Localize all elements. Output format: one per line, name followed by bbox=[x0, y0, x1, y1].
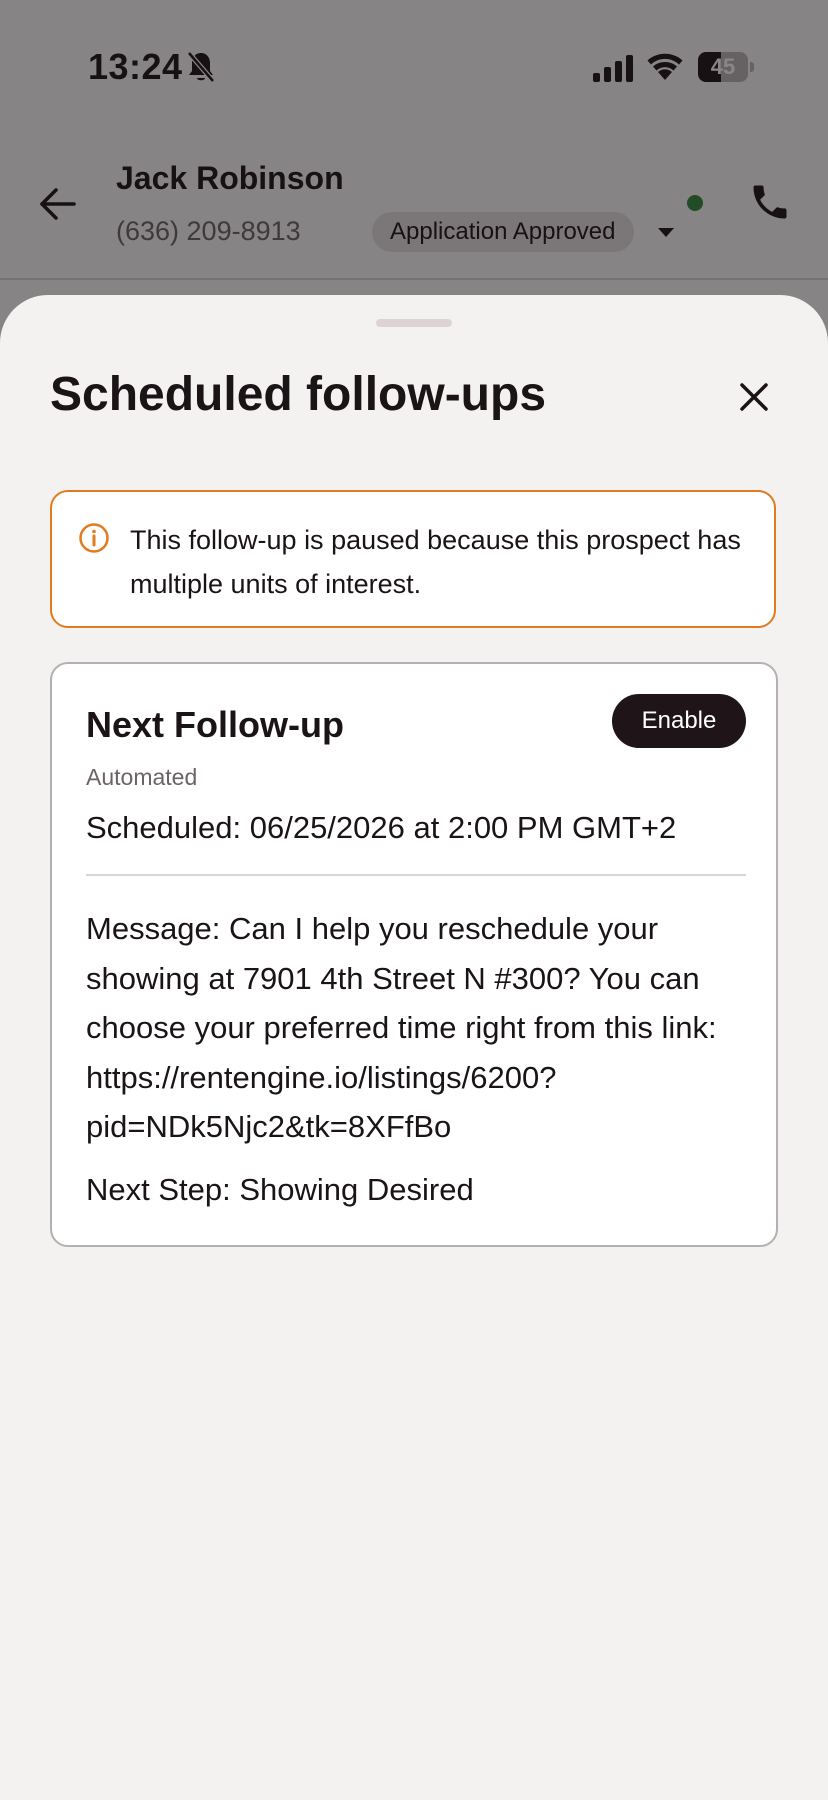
followup-next-step: Next Step: Showing Desired bbox=[86, 1172, 474, 1207]
paused-notice: This follow-up is paused because this pr… bbox=[50, 490, 776, 628]
sheet-drag-handle[interactable] bbox=[376, 319, 452, 327]
sheet-title: Scheduled follow-ups bbox=[50, 368, 547, 421]
scheduled-followups-sheet: Scheduled follow-ups This follow-up is p… bbox=[0, 295, 828, 1800]
close-icon[interactable] bbox=[730, 373, 778, 421]
followup-type: Automated bbox=[86, 764, 198, 790]
followup-title: Next Follow-up bbox=[86, 704, 344, 745]
next-followup-card: Next Follow-up Enable Automated Schedule… bbox=[50, 662, 778, 1247]
followup-message: Message: Can I help you reschedule your … bbox=[86, 911, 717, 1144]
card-divider bbox=[86, 874, 746, 876]
followup-scheduled: Scheduled: 06/25/2026 at 2:00 PM GMT+2 bbox=[86, 810, 677, 845]
paused-notice-text: This follow-up is paused because this pr… bbox=[130, 525, 741, 599]
enable-button[interactable]: Enable bbox=[612, 694, 746, 748]
info-icon bbox=[79, 523, 109, 553]
